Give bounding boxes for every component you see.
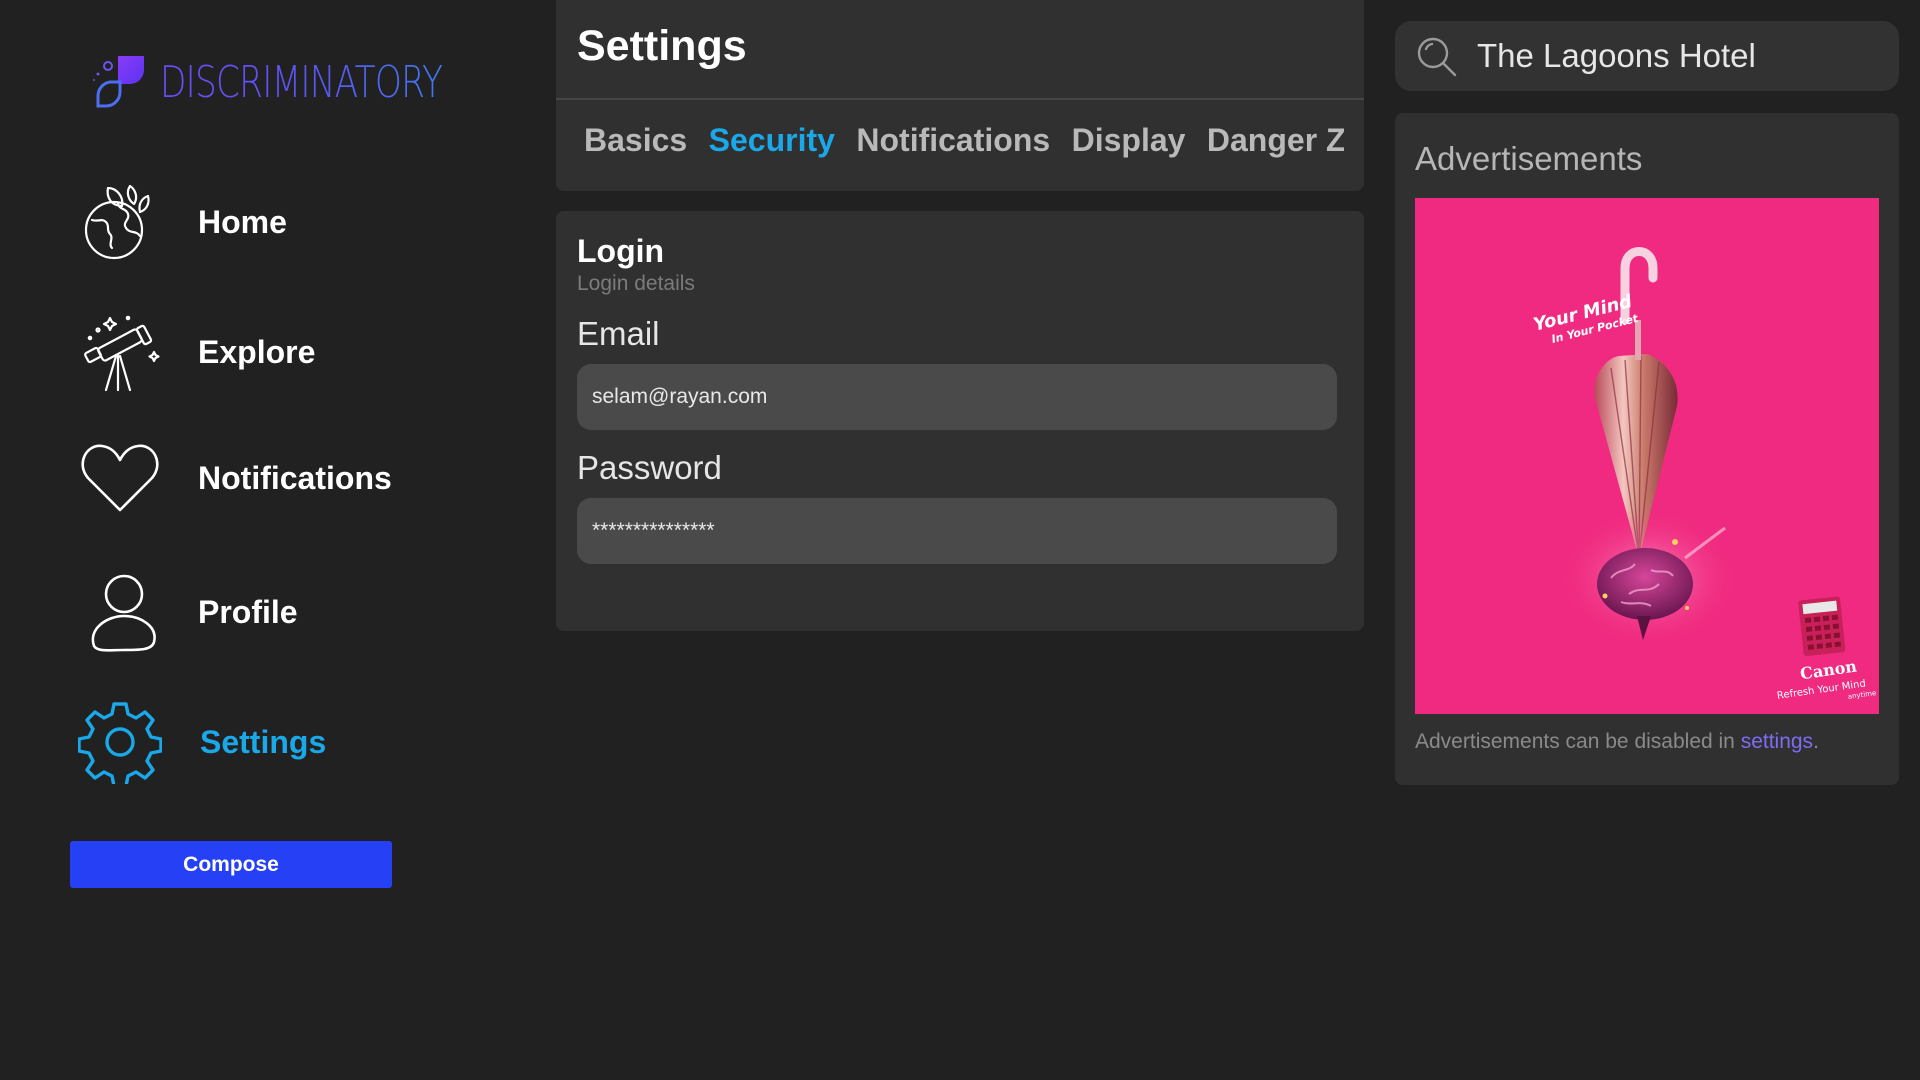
sidebar-item-label: Profile <box>198 593 298 630</box>
sidebar-item-notifications[interactable]: Notifications <box>78 436 392 520</box>
email-label: Email <box>577 315 660 352</box>
logo-icon <box>93 56 144 108</box>
settings-link[interactable]: settings <box>1741 730 1813 753</box>
sidebar-item-settings[interactable]: Settings <box>78 700 326 784</box>
sidebar-item-label: Explore <box>198 333 316 370</box>
divider <box>556 98 1364 100</box>
ads-note: Advertisements can be disabled in settin… <box>1415 730 1819 753</box>
gear-icon <box>78 700 162 784</box>
settings-tabs: Basics Security Notifications Display Da… <box>584 122 1344 170</box>
sidebar-item-home[interactable]: Home <box>78 180 287 264</box>
telescope-icon <box>78 310 162 394</box>
login-card: Login Login details Email Password <box>556 211 1364 631</box>
globe-leaves-icon <box>78 180 162 264</box>
sidebar-item-label: Home <box>198 203 287 240</box>
password-label: Password <box>577 449 722 486</box>
tab-basics[interactable]: Basics <box>584 122 687 159</box>
user-icon <box>78 570 162 654</box>
calculator-icon <box>1798 596 1846 657</box>
advertisements-panel: Advertisements Your Mind In Your Pocket … <box>1395 113 1899 785</box>
sidebar-item-profile[interactable]: Profile <box>78 570 298 654</box>
login-subtitle: Login details <box>577 272 695 295</box>
app-name: DISCRIMINATORY <box>160 56 443 108</box>
search-input[interactable] <box>1477 21 1877 91</box>
tab-security[interactable]: Security <box>709 122 835 159</box>
advertisement-image[interactable]: Your Mind In Your Pocket Canon Refresh Y… <box>1415 198 1879 714</box>
login-title: Login <box>577 233 665 269</box>
tab-danger-zone[interactable]: Danger Zone <box>1207 122 1344 159</box>
email-field[interactable] <box>577 364 1337 430</box>
sidebar-item-label: Notifications <box>198 459 392 496</box>
sidebar: DISCRIMINATORY Home Explore Notification… <box>0 0 520 1080</box>
tab-notifications[interactable]: Notifications <box>856 122 1050 159</box>
settings-header: Settings Basics Security Notifications D… <box>556 0 1364 191</box>
search-bar <box>1395 21 1899 91</box>
sidebar-item-explore[interactable]: Explore <box>78 310 315 394</box>
app-logo[interactable]: DISCRIMINATORY <box>88 52 522 112</box>
ads-title: Advertisements <box>1415 140 1643 177</box>
tab-display[interactable]: Display <box>1072 122 1186 159</box>
heart-icon <box>78 436 162 520</box>
page-title: Settings <box>577 22 747 70</box>
search-icon <box>1417 37 1457 77</box>
sidebar-item-label: Settings <box>200 723 327 760</box>
password-field[interactable] <box>577 498 1337 564</box>
compose-button[interactable]: Compose <box>70 841 392 888</box>
